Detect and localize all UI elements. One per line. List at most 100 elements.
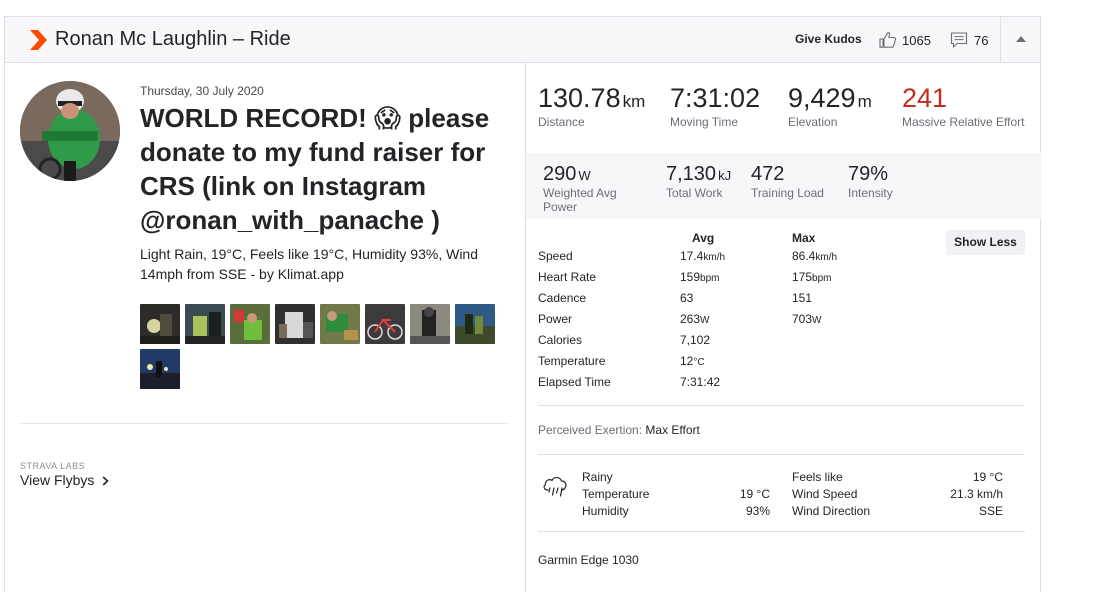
stat-training-load: 472 Training Load: [751, 163, 824, 200]
table-row: Power 263W 703W: [538, 312, 1028, 333]
weather-condition: Rainy: [582, 470, 613, 484]
row-label: Calories: [538, 333, 583, 347]
stat-total-work: 7,130 kJ Total Work: [666, 163, 731, 200]
perceived-exertion: Perceived Exertion: Max Effort: [538, 423, 700, 437]
activity-description: Light Rain, 19°C, Feels like 19°C, Humid…: [140, 246, 479, 282]
row-label: Speed: [538, 249, 573, 263]
row-label: Temperature: [538, 354, 606, 368]
max-value: 703: [792, 312, 813, 326]
stat-distance: 130.78 km Distance: [538, 83, 645, 129]
avg-value: 7:31:42: [680, 375, 721, 389]
caret-up-icon: [1016, 36, 1026, 42]
stat-label: Moving Time: [670, 115, 739, 129]
collapse-button[interactable]: [1000, 17, 1041, 62]
stat-value: 472: [751, 163, 785, 185]
avg-value: 17.4: [680, 249, 704, 263]
stat-label: Total Work: [666, 186, 723, 200]
stat-intensity: 79% Intensity: [848, 163, 893, 200]
divider: [538, 531, 1025, 532]
avg-unit: °C: [693, 357, 705, 368]
stat-label: Distance: [538, 115, 585, 129]
avg-unit: km/h: [703, 252, 726, 263]
weather-feels-like-label: Feels like: [792, 470, 843, 484]
stat-label: Training Load: [751, 186, 824, 200]
comment-icon[interactable]: [950, 31, 968, 49]
stat-elevation: 9,429 m Elevation: [788, 83, 872, 129]
max-unit: km/h: [815, 252, 838, 263]
stat-unit: km: [622, 92, 646, 111]
perceived-exertion-label: Perceived Exertion:: [538, 423, 643, 437]
weather-wind-direction-label: Wind Direction: [792, 504, 871, 518]
row-label: Heart Rate: [538, 270, 597, 284]
strava-labs-label: STRAVA LABS: [20, 461, 86, 471]
photo-thumbnail[interactable]: [140, 349, 180, 389]
activity-header: Ronan Mc Laughlin – Ride Give Kudos 1065…: [5, 17, 1040, 63]
comment-count[interactable]: 76: [974, 33, 988, 48]
secondary-stats: 290 W Weighted Avg Power 7,130 kJ Total Wo…: [526, 153, 1041, 219]
avg-unit: bpm: [700, 273, 720, 284]
stat-value: 9,429: [788, 83, 856, 113]
photo-thumbnail[interactable]: [320, 304, 360, 344]
stat-value: 7:31:02: [670, 83, 761, 113]
max-value: 175: [792, 270, 813, 284]
weather-humidity-label: Humidity: [582, 504, 629, 518]
table-row: Speed 17.4km/h 86.4km/h: [538, 249, 1028, 270]
stat-label: Massive Relative Effort: [902, 115, 1025, 129]
weather-wind-speed-value: 21.3 km/h: [950, 487, 1003, 501]
row-label: Cadence: [538, 291, 587, 305]
stat-unit: m: [857, 92, 872, 111]
stat-label: Elevation: [788, 115, 838, 129]
max-unit: bpm: [812, 273, 832, 284]
strava-chevron-icon: [30, 30, 47, 50]
row-label: Power: [538, 312, 573, 326]
avg-value: 7,102: [680, 333, 711, 347]
view-flybys-link[interactable]: View Flybys: [20, 472, 94, 488]
stat-unit: W: [578, 168, 591, 183]
rain-cloud-icon: [543, 476, 567, 497]
photo-thumbnail[interactable]: [365, 304, 405, 344]
avg-value: 263: [680, 312, 701, 326]
weather-wind-speed-label: Wind Speed: [792, 487, 858, 501]
activity-date: Thursday, 30 July 2020: [140, 84, 264, 98]
max-value: 151: [792, 291, 813, 305]
athlete-activity-title[interactable]: Ronan Mc Laughlin – Ride: [55, 28, 291, 51]
photo-thumbnail[interactable]: [230, 304, 270, 344]
athlete-avatar[interactable]: [20, 81, 120, 181]
photo-thumbnail[interactable]: [455, 304, 495, 344]
table-row: Heart Rate 159bpm 175bpm: [538, 270, 1028, 291]
stat-unit: kJ: [718, 168, 732, 183]
table-row: Calories 7,102: [538, 333, 1028, 354]
activity-summary: Thursday, 30 July 2020 WORLD RECORD! 😱 p…: [5, 63, 525, 592]
stat-relative-effort[interactable]: 241 Massive Relative Effort: [902, 83, 1032, 129]
avatar-photo: [20, 81, 120, 181]
max-unit: W: [812, 315, 822, 326]
perceived-exertion-value: Max Effort: [645, 423, 700, 437]
give-kudos-button[interactable]: Give Kudos: [795, 32, 862, 46]
photo-thumbnail[interactable]: [275, 304, 315, 344]
row-label: Elapsed Time: [538, 375, 611, 389]
stat-value: 290: [543, 163, 577, 185]
photo-thumbnail[interactable]: [185, 304, 225, 344]
photo-thumbnail[interactable]: [410, 304, 450, 344]
stat-weighted-avg-power: 290 W Weighted Avg Power: [543, 163, 643, 214]
activity-name[interactable]: WORLD RECORD! 😱 please donate to my fund…: [140, 101, 510, 237]
table-row: Elapsed Time 7:31:42: [538, 375, 1028, 396]
stat-label: Weighted Avg Power: [543, 186, 617, 214]
avg-unit: W: [700, 315, 710, 326]
divider: [20, 423, 508, 424]
stat-value: 79%: [848, 163, 889, 185]
weather-humidity-value: 93%: [745, 504, 770, 518]
avg-value: 63: [680, 291, 694, 305]
kudos-count[interactable]: 1065: [902, 33, 931, 48]
stat-value: 241: [902, 83, 948, 113]
table-row: Temperature 12°C: [538, 354, 1028, 375]
table-row: Cadence 63 151: [538, 291, 1028, 312]
activity-card: Ronan Mc Laughlin – Ride Give Kudos 1065…: [4, 16, 1041, 592]
thumbs-up-icon[interactable]: [878, 30, 898, 50]
stat-value: 130.78: [538, 83, 621, 113]
chevron-right-icon[interactable]: [102, 476, 109, 486]
max-value: 86.4: [792, 249, 816, 263]
divider: [538, 405, 1025, 406]
photo-thumbnail[interactable]: [140, 304, 180, 344]
stat-value: 7,130: [666, 163, 717, 185]
